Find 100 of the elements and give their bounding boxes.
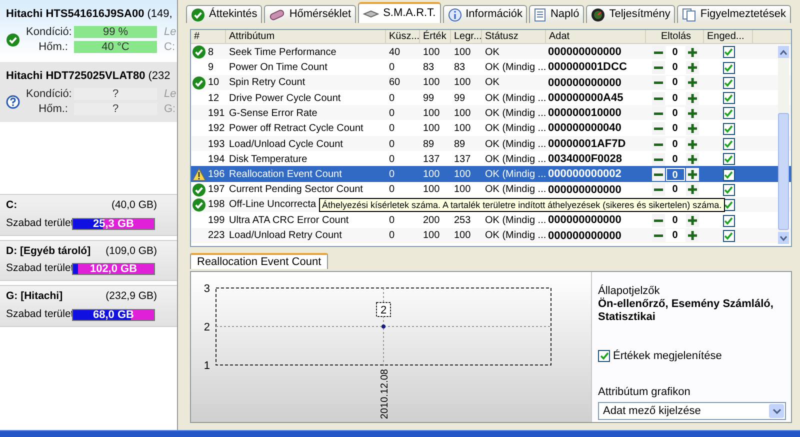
offset-field[interactable]: 0 bbox=[666, 46, 684, 59]
tab[interactable]: Információk bbox=[442, 5, 528, 23]
disk-name: Hitachi HDT725025VLAT80 bbox=[6, 69, 146, 84]
tab[interactable]: S.M.A.R.T. bbox=[358, 2, 441, 23]
checkbox[interactable] bbox=[722, 184, 734, 196]
indicators-label: Állapotjelzők bbox=[598, 284, 661, 298]
tab[interactable]: Napló bbox=[529, 5, 584, 23]
table-row[interactable]: 194 Disk Temperature 0 137 137 OK (Mindig ... 0034000F0028 0 bbox=[191, 151, 791, 166]
table-cell-text: 10 bbox=[208, 76, 220, 90]
table-cell-text: 000000000000 bbox=[547, 213, 622, 228]
checkbox[interactable] bbox=[722, 122, 734, 135]
minus-button[interactable] bbox=[652, 152, 664, 166]
plus-button[interactable] bbox=[686, 152, 698, 166]
data-label: 2 bbox=[376, 302, 391, 316]
document-icon bbox=[534, 8, 546, 22]
table-cell-text: 0 bbox=[388, 122, 396, 136]
checkbox[interactable] bbox=[722, 168, 734, 181]
table-cell-text: Drive Power Cycle Count bbox=[228, 92, 341, 106]
plus-button[interactable] bbox=[686, 46, 698, 59]
minus-button[interactable] bbox=[652, 61, 664, 74]
table-cell-text: OK bbox=[484, 76, 500, 90]
side-text: C: bbox=[164, 40, 175, 55]
offset-field[interactable]: 0 bbox=[666, 229, 684, 242]
minus-button[interactable] bbox=[652, 92, 664, 105]
table-cell-text: Power On Time Count bbox=[228, 61, 328, 76]
table-row[interactable]: 8 Seek Time Performance 40 100 100 OK 000000000000 0 bbox=[191, 44, 791, 60]
scrollbar[interactable] bbox=[778, 46, 789, 244]
table-row[interactable]: 198 Off-Line Uncorrecta Áthelyezési kísérletek száma. A tartalék területre indított áthelyezések (sikeres és sikertelen) száma. bbox=[191, 196, 791, 212]
checkbox[interactable] bbox=[722, 107, 734, 120]
table-cell-text: OK (Mindig ... bbox=[484, 214, 546, 228]
plus-button[interactable] bbox=[686, 168, 698, 182]
table-cell-text: Load/Unload Retry Count bbox=[228, 229, 342, 244]
data-label: 2 bbox=[380, 304, 387, 316]
table-cell-text: 89 bbox=[453, 138, 466, 152]
info-icon bbox=[448, 8, 462, 22]
checkbox[interactable] bbox=[722, 138, 734, 150]
minus-button[interactable] bbox=[652, 183, 664, 196]
disk-panel[interactable]: Hitachi HDT725025VLAT80 (232 Kondíció: ? Le Hőm.: ? G: bbox=[0, 62, 177, 122]
scroll-up-icon[interactable] bbox=[780, 50, 787, 54]
table-cell-text: 100 bbox=[453, 106, 472, 121]
offset-field[interactable]: 0 bbox=[666, 76, 684, 90]
table-cell-text: 100 bbox=[422, 46, 441, 60]
plus-button[interactable] bbox=[686, 61, 698, 74]
table-cell-text: 000000001DCC bbox=[547, 60, 628, 76]
plus-button[interactable] bbox=[686, 92, 698, 105]
tab[interactable]: Hőmérséklet bbox=[264, 5, 356, 23]
scroll-down-icon[interactable] bbox=[780, 236, 787, 240]
table-cell-text: Power off Retract Cycle Count bbox=[228, 122, 364, 136]
table-cell-text: 100 bbox=[422, 168, 441, 182]
table-cell-text: Off-Line Uncorrecta bbox=[228, 198, 316, 212]
table-row[interactable]: 223 Load/Unload Retry Count 0 100 100 OK (Mindig ... 000000000000 0 bbox=[191, 228, 791, 243]
checkbox[interactable] bbox=[722, 230, 734, 242]
checkbox[interactable] bbox=[722, 92, 734, 104]
table-cell-text: 000000000040 bbox=[547, 121, 622, 136]
plus-button[interactable] bbox=[686, 183, 698, 196]
table-cell-text: 0 bbox=[388, 92, 396, 106]
plus-button[interactable] bbox=[686, 229, 698, 242]
plus-button[interactable] bbox=[686, 214, 698, 228]
tab[interactable]: Figyelmeztetések bbox=[677, 5, 791, 23]
table-cell-text: 0 bbox=[388, 229, 396, 244]
minus-button[interactable] bbox=[652, 168, 664, 182]
offset-field[interactable]: 0 bbox=[666, 138, 684, 151]
minus-button[interactable] bbox=[652, 214, 664, 228]
tab[interactable]: Áttekintés bbox=[186, 5, 262, 23]
plus-button[interactable] bbox=[686, 106, 698, 120]
table-row[interactable]: 196 Reallocation Event Count 0 100 100 OK (Mindig ... 000000000002 0 bbox=[191, 166, 791, 182]
offset-field[interactable]: 0 bbox=[666, 106, 684, 120]
table-cell-text: 197 bbox=[208, 183, 225, 198]
checkbox[interactable] bbox=[598, 350, 610, 362]
checkbox[interactable] bbox=[722, 76, 734, 89]
plus-button[interactable] bbox=[686, 138, 698, 151]
table-row[interactable]: 193 Load/Unload Cycle Count 0 89 89 OK (Mindig ... 00000001AF7D 0 bbox=[191, 136, 791, 152]
tab[interactable]: Teljesítmény bbox=[586, 5, 676, 23]
plus-button[interactable] bbox=[686, 122, 698, 136]
checkbox[interactable] bbox=[722, 62, 734, 74]
table-cell-text: G-Sense Error Rate bbox=[228, 106, 318, 121]
table-cell-text: 100 bbox=[453, 168, 472, 182]
meter-value: 40 °C bbox=[100, 41, 130, 53]
graph-dropdown[interactable]: Adat mező kijelzése bbox=[598, 402, 786, 420]
offset-field[interactable]: 0 bbox=[666, 168, 684, 182]
table-row[interactable]: 197 Current Pending Sector Count 0 100 100 OK (Mindig ... 000000000000 0 bbox=[191, 182, 791, 197]
checkbox[interactable] bbox=[722, 46, 734, 58]
meter-value: ? bbox=[111, 88, 120, 100]
partition-size: (232,9 GB) bbox=[106, 289, 157, 304]
field-label: Hőm.: bbox=[38, 40, 68, 55]
table-row[interactable]: 10 Spin Retry Count 60 100 100 OK 000000000000 0 bbox=[191, 74, 791, 90]
minus-button[interactable] bbox=[652, 122, 664, 136]
table-cell-text: 100 bbox=[453, 76, 472, 90]
checkbox[interactable] bbox=[722, 214, 734, 227]
table-row[interactable]: 191 G-Sense Error Rate 0 100 100 OK (Mindig ... 000000010000 0 bbox=[191, 105, 791, 120]
plus-button[interactable] bbox=[686, 76, 698, 90]
table-cell-text: 0 bbox=[388, 61, 396, 76]
scroll-thumb[interactable] bbox=[778, 113, 789, 230]
y-tick-label: 3 bbox=[204, 282, 210, 294]
chart-tab[interactable]: Reallocation Event Count bbox=[190, 253, 328, 269]
checkbox[interactable] bbox=[722, 153, 734, 166]
table-cell-text: 253 bbox=[453, 214, 472, 228]
indicators-text: Ön-ellenőrző, Esemény Számláló, Statisztikai bbox=[598, 298, 774, 324]
table-cell-text: 194 bbox=[208, 152, 225, 167]
table-cell-text: 191 bbox=[208, 106, 225, 121]
